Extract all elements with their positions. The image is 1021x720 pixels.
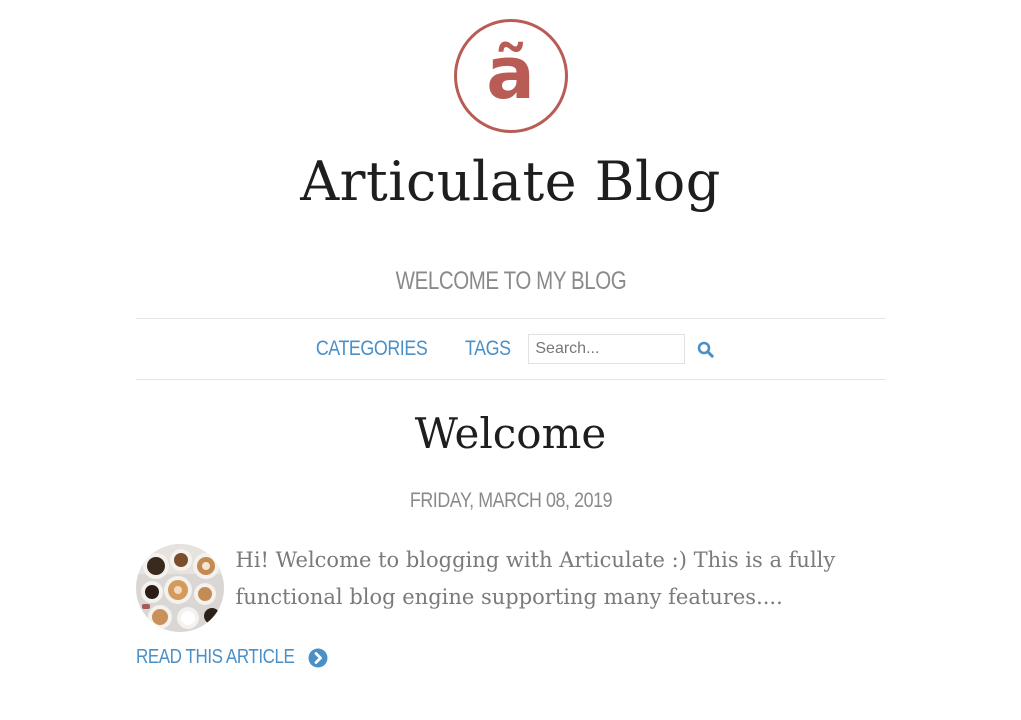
post-excerpt: Hi! Welcome to blogging with Articulate … xyxy=(235,548,836,609)
nav-link-categories[interactable]: CATEGORIES xyxy=(315,337,427,361)
main-nav: CATEGORIES TAGS xyxy=(135,318,886,380)
page: ã Articulate Blog WELCOME TO MY BLOG CAT… xyxy=(135,19,886,669)
nav-link-tags[interactable]: TAGS xyxy=(465,337,511,361)
site-title[interactable]: Articulate Blog xyxy=(136,151,886,213)
search-input[interactable] xyxy=(528,334,686,364)
search-icon[interactable] xyxy=(695,339,715,359)
site-tagline: WELCOME TO MY BLOG xyxy=(395,267,626,295)
read-article-link[interactable]: READ THIS ARTICLE xyxy=(136,646,886,669)
site-logo[interactable]: ã xyxy=(453,19,568,133)
read-article-label: READ THIS ARTICLE xyxy=(135,646,295,668)
post-title[interactable]: Welcome xyxy=(136,410,886,458)
logo-glyph: ã xyxy=(486,31,535,115)
chevron-right-circle-icon xyxy=(308,648,328,668)
post-date: FRIDAY, MARCH 08, 2019 xyxy=(409,489,612,512)
post-excerpt-row: Hi! Welcome to blogging with Articulate … xyxy=(135,544,886,632)
post-thumbnail[interactable] xyxy=(135,544,224,632)
